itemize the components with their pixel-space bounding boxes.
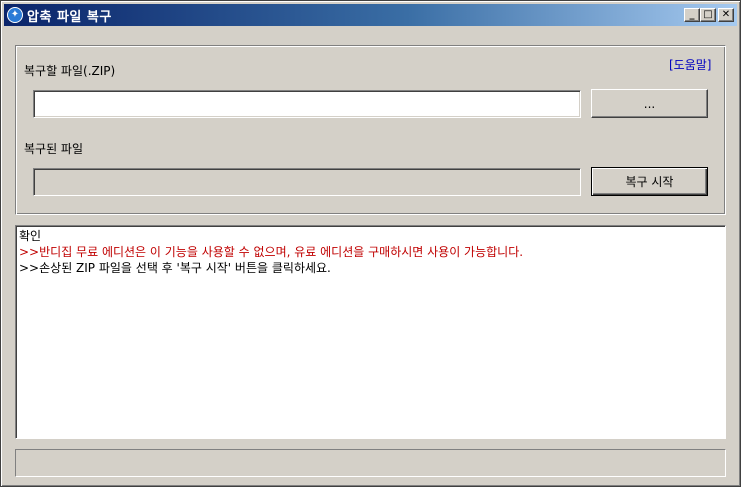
start-repair-button[interactable]: 복구 시작 [591, 167, 708, 196]
status-bar [15, 449, 726, 477]
window-controls: _ □ ✕ [684, 8, 734, 22]
log-line: >>손상된 ZIP 파일을 선택 후 '복구 시작' 버튼을 클릭하세요. [19, 261, 331, 275]
help-link[interactable]: [도움말] [669, 56, 711, 73]
dest-file-input [33, 168, 581, 196]
maximize-button[interactable]: □ [700, 8, 716, 22]
bandizip-app-icon: ✦ [7, 7, 23, 23]
browse-button[interactable]: ... [591, 89, 708, 118]
log-line-warning: >>반디집 무료 에디션은 이 기능을 사용할 수 없으며, 유료 에디션을 구… [19, 245, 524, 259]
minimize-button[interactable]: _ [684, 8, 700, 22]
window-title: 압축 파일 복구 [27, 9, 112, 25]
close-button[interactable]: ✕ [718, 8, 734, 22]
source-file-label: 복구할 파일(.ZIP) [24, 64, 116, 78]
title-bar[interactable]: ✦ 압축 파일 복구 _ □ ✕ [4, 4, 737, 26]
dest-file-label: 복구된 파일 [24, 142, 84, 156]
log-output[interactable]: 확인 >>반디집 무료 에디션은 이 기능을 사용할 수 없으며, 유료 에디션… [15, 225, 726, 439]
log-line: 확인 [19, 229, 42, 243]
source-file-input[interactable] [33, 90, 581, 118]
zip-repair-window: ✦ 압축 파일 복구 _ □ ✕ 복구할 파일(.ZIP) [도움말] ... … [0, 0, 741, 487]
